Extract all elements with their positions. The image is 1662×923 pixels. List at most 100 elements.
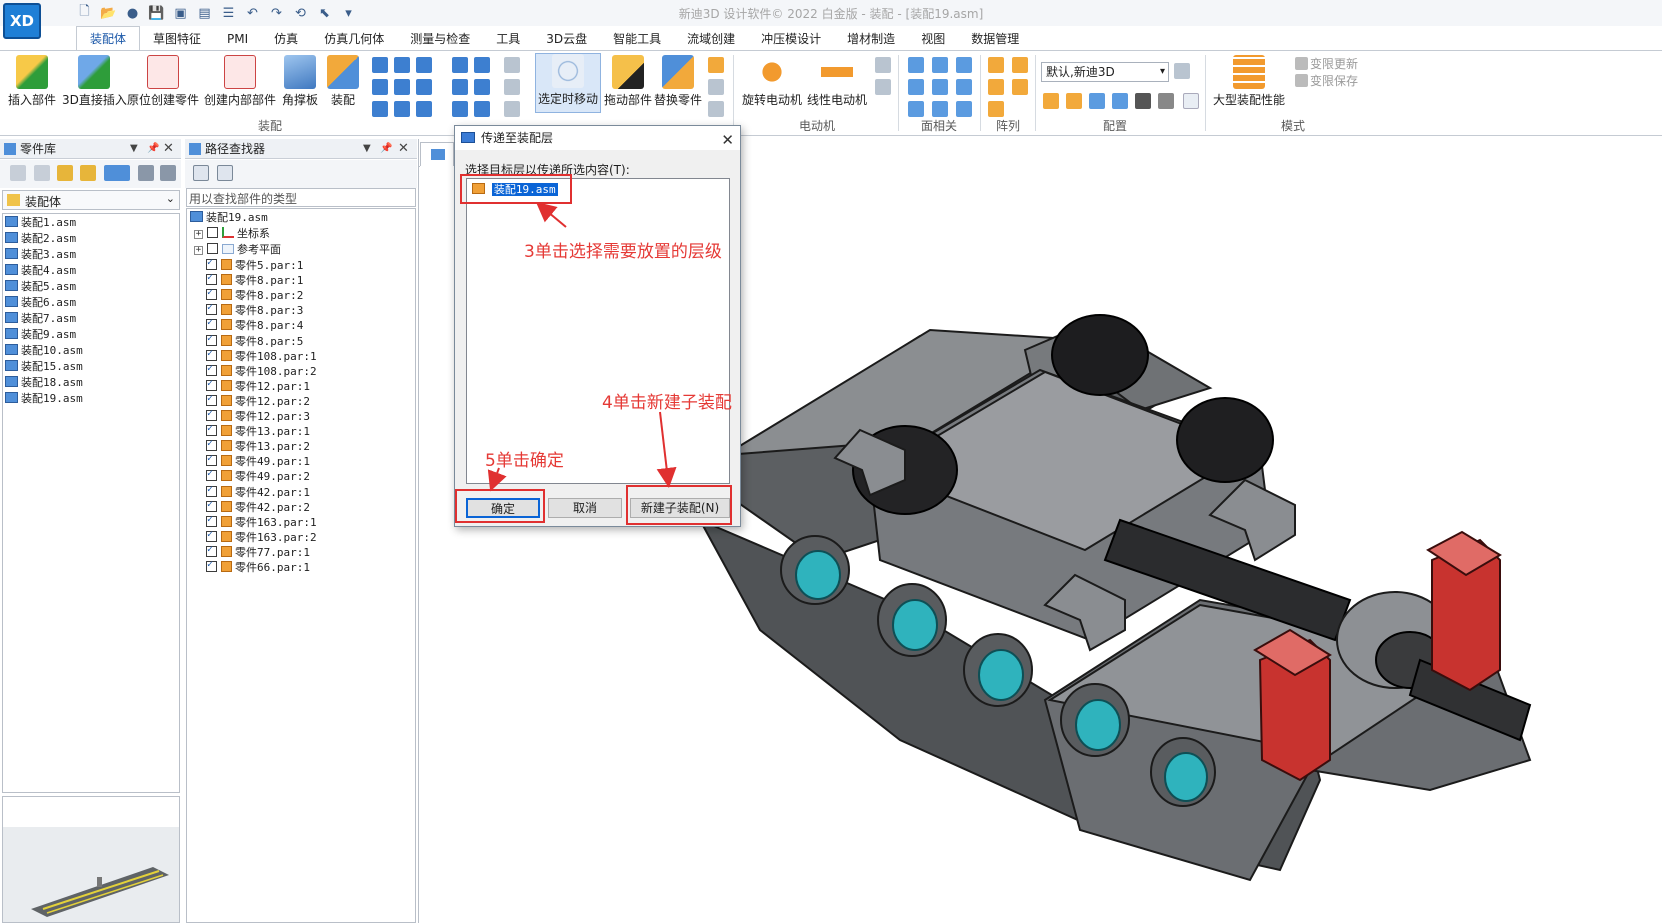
visibility-checkbox[interactable] xyxy=(206,270,217,286)
config-extra-icon[interactable] xyxy=(1183,93,1199,109)
rigid-icon[interactable] xyxy=(394,101,410,117)
structure-view-icon[interactable] xyxy=(217,165,233,181)
circular-array-icon[interactable] xyxy=(1012,57,1028,73)
tree-part-row[interactable]: 零件108.par:2 xyxy=(206,361,317,380)
tree-part-row[interactable]: 零件8.par:5 xyxy=(206,331,303,350)
tab-data-management[interactable]: 数据管理 xyxy=(958,28,1032,50)
app-logo[interactable]: XD xyxy=(3,3,41,39)
tab-sim-geometry[interactable]: 仿真几何体 xyxy=(311,28,397,50)
config-manage-icon[interactable] xyxy=(1174,63,1190,79)
tab-smart-tools[interactable]: 智能工具 xyxy=(600,28,674,50)
expand-icon[interactable]: + xyxy=(194,230,203,239)
tab-pmi[interactable]: PMI xyxy=(214,28,261,50)
array-icon[interactable] xyxy=(988,57,1004,73)
visibility-checkbox[interactable] xyxy=(206,361,217,377)
link-icon[interactable] xyxy=(452,79,468,95)
pattern-icon[interactable] xyxy=(452,101,468,117)
visibility-checkbox[interactable] xyxy=(206,300,217,316)
camera-icon[interactable] xyxy=(1135,93,1151,109)
tab-stamping-die[interactable]: 冲压模设计 xyxy=(748,28,834,50)
config-zone-icon[interactable] xyxy=(1112,93,1128,109)
list-item[interactable]: 装配6.asm xyxy=(5,295,76,311)
visibility-checkbox[interactable] xyxy=(206,451,217,467)
face-perpendicular-icon[interactable] xyxy=(908,101,924,117)
ground-icon[interactable] xyxy=(416,101,432,117)
face-angle-icon[interactable] xyxy=(932,101,948,117)
angle-icon[interactable] xyxy=(416,57,432,73)
tab-flow-domain[interactable]: 流域创建 xyxy=(674,28,748,50)
replace-option2-icon[interactable] xyxy=(708,79,724,95)
visibility-checkbox[interactable] xyxy=(206,436,217,452)
expand-icon[interactable]: + xyxy=(194,246,203,255)
tree-part-row[interactable]: 零件163.par:2 xyxy=(206,527,317,546)
tab-3d-cloud[interactable]: 3D云盘 xyxy=(533,28,600,50)
tree-part-row[interactable]: 零件77.par:1 xyxy=(206,542,310,561)
assemble-button[interactable]: 装配 xyxy=(327,55,359,108)
tab-assembly[interactable]: 装配体 xyxy=(76,26,141,50)
search-icon[interactable] xyxy=(160,165,176,181)
list-item[interactable]: 装配1.asm xyxy=(5,215,76,231)
tree-part-row[interactable]: 零件163.par:1 xyxy=(206,512,317,531)
visibility-checkbox[interactable] xyxy=(206,346,217,362)
list-item[interactable]: 装配3.asm xyxy=(5,247,76,263)
list-item[interactable]: 装配4.asm xyxy=(5,263,76,279)
replace-option-icon[interactable] xyxy=(708,57,724,73)
back-icon[interactable] xyxy=(10,165,26,181)
align-icon[interactable] xyxy=(394,57,410,73)
move-selected-button[interactable]: 选定时移动 xyxy=(535,53,602,113)
face-parallel-icon[interactable] xyxy=(956,57,972,73)
pattern-along-icon[interactable] xyxy=(988,101,1004,117)
panel-menu-icon[interactable]: ▼ xyxy=(130,139,138,159)
tab-additive[interactable]: 增材制造 xyxy=(834,28,908,50)
angle-plate-button[interactable]: 角撑板 xyxy=(282,55,318,108)
tree-part-row[interactable]: 零件8.par:1 xyxy=(206,270,303,289)
list-item[interactable]: 装配19.asm xyxy=(5,391,83,407)
tree-part-row[interactable]: 零件42.par:1 xyxy=(206,482,310,501)
tree-part-row[interactable]: 零件12.par:3 xyxy=(206,406,310,425)
create-inner-part-button[interactable]: 创建内部部件 xyxy=(204,55,276,108)
forward-icon[interactable] xyxy=(34,165,50,181)
tree-part-row[interactable]: 零件108.par:1 xyxy=(206,346,317,365)
tree-coord-system[interactable]: + 坐标系 xyxy=(194,226,270,242)
replace-option3-icon[interactable] xyxy=(708,101,724,117)
list-item[interactable]: 装配7.asm xyxy=(5,311,76,327)
tree-part-row[interactable]: 零件13.par:2 xyxy=(206,436,310,455)
replace-part-button[interactable]: 替换零件 xyxy=(654,55,702,108)
tree-part-row[interactable]: 零件66.par:1 xyxy=(206,557,310,576)
lock-icon[interactable] xyxy=(474,101,490,117)
relation-list-icon[interactable] xyxy=(504,57,520,73)
large-assembly-button[interactable]: 大型装配性能 xyxy=(1213,55,1285,108)
create-in-place-button[interactable]: 原位创建零件 xyxy=(127,55,199,108)
visibility-checkbox[interactable] xyxy=(206,482,217,498)
tree-part-row[interactable]: 零件12.par:2 xyxy=(206,391,310,410)
teal-bushing[interactable] xyxy=(1075,699,1121,751)
checkbox[interactable] xyxy=(207,227,218,238)
tree-view-icon[interactable] xyxy=(193,165,209,181)
tree-part-row[interactable]: 零件49.par:1 xyxy=(206,451,310,470)
visibility-checkbox[interactable] xyxy=(206,512,217,528)
teal-bushing[interactable] xyxy=(978,649,1024,701)
config-save-icon[interactable] xyxy=(1043,93,1059,109)
new-folder-icon[interactable] xyxy=(80,165,96,181)
close-icon[interactable]: ✕ xyxy=(163,139,174,159)
visibility-checkbox[interactable] xyxy=(206,255,217,271)
parallel-icon[interactable] xyxy=(452,57,468,73)
tree-part-row[interactable]: 零件12.par:1 xyxy=(206,376,310,395)
gear-relation-icon[interactable] xyxy=(416,79,432,95)
close-icon[interactable]: ✕ xyxy=(398,139,409,159)
visibility-checkbox[interactable] xyxy=(206,285,217,301)
linear-motor-button[interactable]: 线性电动机 xyxy=(807,55,867,108)
up-folder-icon[interactable] xyxy=(57,165,73,181)
pin-icon[interactable]: 📌 xyxy=(147,139,159,159)
part-search-input[interactable]: 用以查找部件的类型 xyxy=(186,188,416,207)
mate-icon[interactable] xyxy=(372,57,388,73)
face-rigid-icon[interactable] xyxy=(956,101,972,117)
view-mode-icon[interactable] xyxy=(104,165,130,181)
face-coplanar-icon[interactable] xyxy=(908,57,924,73)
visibility-checkbox[interactable] xyxy=(206,542,217,558)
visibility-checkbox[interactable] xyxy=(206,376,217,392)
face-offset-icon[interactable] xyxy=(908,79,924,95)
panel-menu-icon[interactable]: ▼ xyxy=(363,139,371,159)
teal-bushing[interactable] xyxy=(892,599,938,651)
visibility-checkbox[interactable] xyxy=(206,466,217,482)
